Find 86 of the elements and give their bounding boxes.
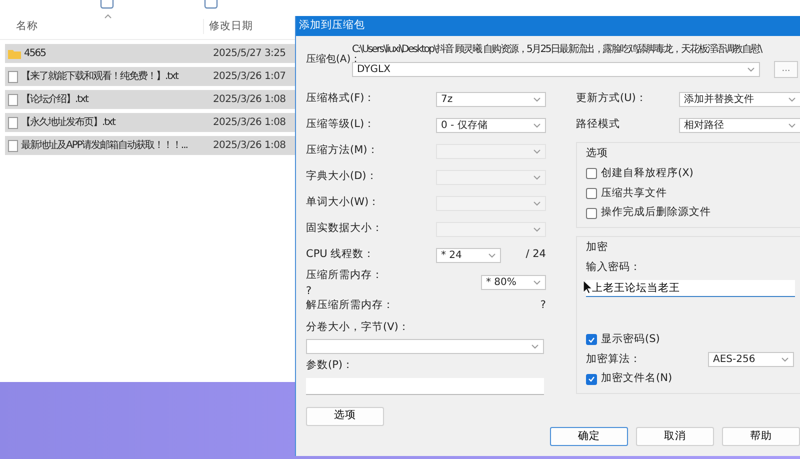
file-row[interactable]: 【来了就能下载和观看！纯免费！】.txt 2025/3/26 1:07	[5, 67, 295, 86]
document-icon	[8, 70, 18, 82]
dialog-button[interactable]: 帮助	[722, 427, 800, 446]
memory-value: ?	[306, 284, 313, 299]
mouse-pointer-icon	[583, 280, 592, 294]
caret-icon	[533, 96, 541, 102]
field-label: 加密算法：	[586, 352, 641, 366]
checkbox[interactable]	[586, 188, 597, 199]
checkbox-label: 显示密码(S)	[601, 332, 660, 347]
archive-name-field[interactable]: DYGLX	[352, 62, 760, 77]
document-icon	[8, 94, 18, 106]
checkbox-label: 操作完成后删除源文件	[601, 205, 711, 220]
caret-icon	[488, 252, 496, 258]
file-row[interactable]: 【永久地址发布页】.txt 2025/3/26 1:08	[5, 113, 295, 132]
window-title: 添加到压缩包	[299, 18, 365, 34]
checkbox[interactable]	[586, 334, 597, 346]
group-title: 加密	[586, 240, 609, 255]
sort-caret-icon	[104, 14, 112, 19]
dropdown[interactable]: * 24	[436, 248, 501, 262]
field-label: 输入密码：	[586, 260, 642, 275]
file-date: 2025/3/26 1:08	[213, 116, 286, 130]
field-label: 更新方式(U)：	[576, 91, 648, 106]
folder-icon	[8, 48, 21, 58]
toolbar-icon[interactable]	[100, 0, 114, 10]
caret-icon	[533, 200, 541, 206]
field-label: 解压缩所需内存：	[306, 298, 394, 314]
caret-icon	[533, 122, 541, 128]
file-row[interactable]: 最新地址及APP请发邮箱自动获取！！！... 2025/3/26 1:08	[5, 136, 295, 155]
caret-icon	[533, 148, 541, 154]
parameters-field[interactable]	[306, 378, 544, 394]
checkbox-label: 压缩共享文件	[601, 186, 667, 200]
field-label: 字典大小(D)：	[306, 169, 378, 184]
dialog-button[interactable]: 取消	[636, 427, 714, 446]
field-label: 路径模式	[576, 117, 621, 132]
caret-icon	[531, 344, 539, 349]
field-label: 压缩等级(L)：	[306, 117, 376, 132]
column-header[interactable]: 修改日期	[203, 18, 253, 34]
document-icon	[8, 116, 18, 128]
file-date: 2025/3/26 1:08	[213, 93, 286, 107]
thread-total: / 24	[526, 247, 546, 262]
caret-icon	[533, 174, 541, 180]
column-header[interactable]: 名称	[0, 18, 203, 34]
field-label: 分卷大小，字节(V)：	[306, 320, 410, 335]
checkbox[interactable]	[586, 208, 597, 219]
caret-icon	[533, 280, 541, 285]
options-button[interactable]: 选项	[306, 406, 384, 426]
file-date: 2025/3/26 1:07	[213, 70, 286, 84]
dropdown[interactable]: 相对路径	[679, 118, 800, 132]
field-label: 压缩方法(M)：	[306, 143, 380, 158]
checkbox[interactable]	[586, 168, 597, 180]
caret-icon	[533, 226, 541, 232]
file-row[interactable]: 【论坛介绍】.txt 2025/3/26 1:08	[5, 90, 295, 109]
dropdown[interactable]: AES-256	[708, 352, 794, 367]
caret-icon	[788, 122, 796, 128]
path-text: C:\Users\liuxi\Desktop\抖音 顾灵曦 自购资源，5月25日最新流出，露脸吃鸡舔脚毒龙，天花板淫语调教自慰\	[352, 42, 763, 56]
field-label: CPU 线程数：	[306, 247, 376, 262]
file-name: 4565	[24, 47, 46, 61]
file-name: 最新地址及APP请发邮箱自动获取！！！...	[21, 138, 188, 153]
file-name: 【永久地址发布页】.txt	[21, 116, 115, 130]
caret-icon	[781, 356, 789, 362]
browse-button[interactable]: ...	[774, 61, 798, 78]
document-icon	[8, 140, 18, 152]
caret-icon	[747, 67, 755, 72]
field-label: 压缩格式(F)：	[306, 91, 376, 106]
password-field[interactable]: 上老王论坛当老王	[586, 280, 795, 296]
dropdown[interactable]: 7z	[436, 92, 546, 106]
dropdown[interactable]: 0 - 仅存储	[436, 118, 546, 132]
file-date: 2025/3/26 1:08	[213, 139, 286, 153]
memory-value: ?	[540, 298, 546, 314]
file-date: 2025/5/27 3:25	[213, 47, 286, 61]
dropdown[interactable]: * 80%	[481, 275, 546, 290]
file-row[interactable]: 4565 2025/5/27 3:25	[5, 44, 295, 63]
dialog-button[interactable]: 确定	[550, 427, 628, 446]
field-label: 单词大小(W)：	[306, 195, 381, 210]
file-name: 【来了就能下载和观看！纯免费！】.txt	[21, 70, 178, 84]
caret-icon	[788, 96, 796, 102]
file-name: 【论坛介绍】.txt	[21, 92, 88, 107]
checkbox-label: 创建自释放程序(X)	[601, 166, 694, 181]
checkbox-label: 加密文件名(N)	[601, 371, 672, 386]
field-label: 固实数据大小：	[306, 221, 384, 236]
field-label: 参数(P)：	[306, 358, 355, 373]
group-title: 选项	[586, 146, 609, 161]
checkbox[interactable]	[586, 374, 597, 385]
dropdown[interactable]: 添加并替换文件	[679, 92, 800, 106]
toolbar-icon[interactable]	[204, 0, 218, 10]
field-label: 压缩所需内存：	[306, 268, 384, 283]
